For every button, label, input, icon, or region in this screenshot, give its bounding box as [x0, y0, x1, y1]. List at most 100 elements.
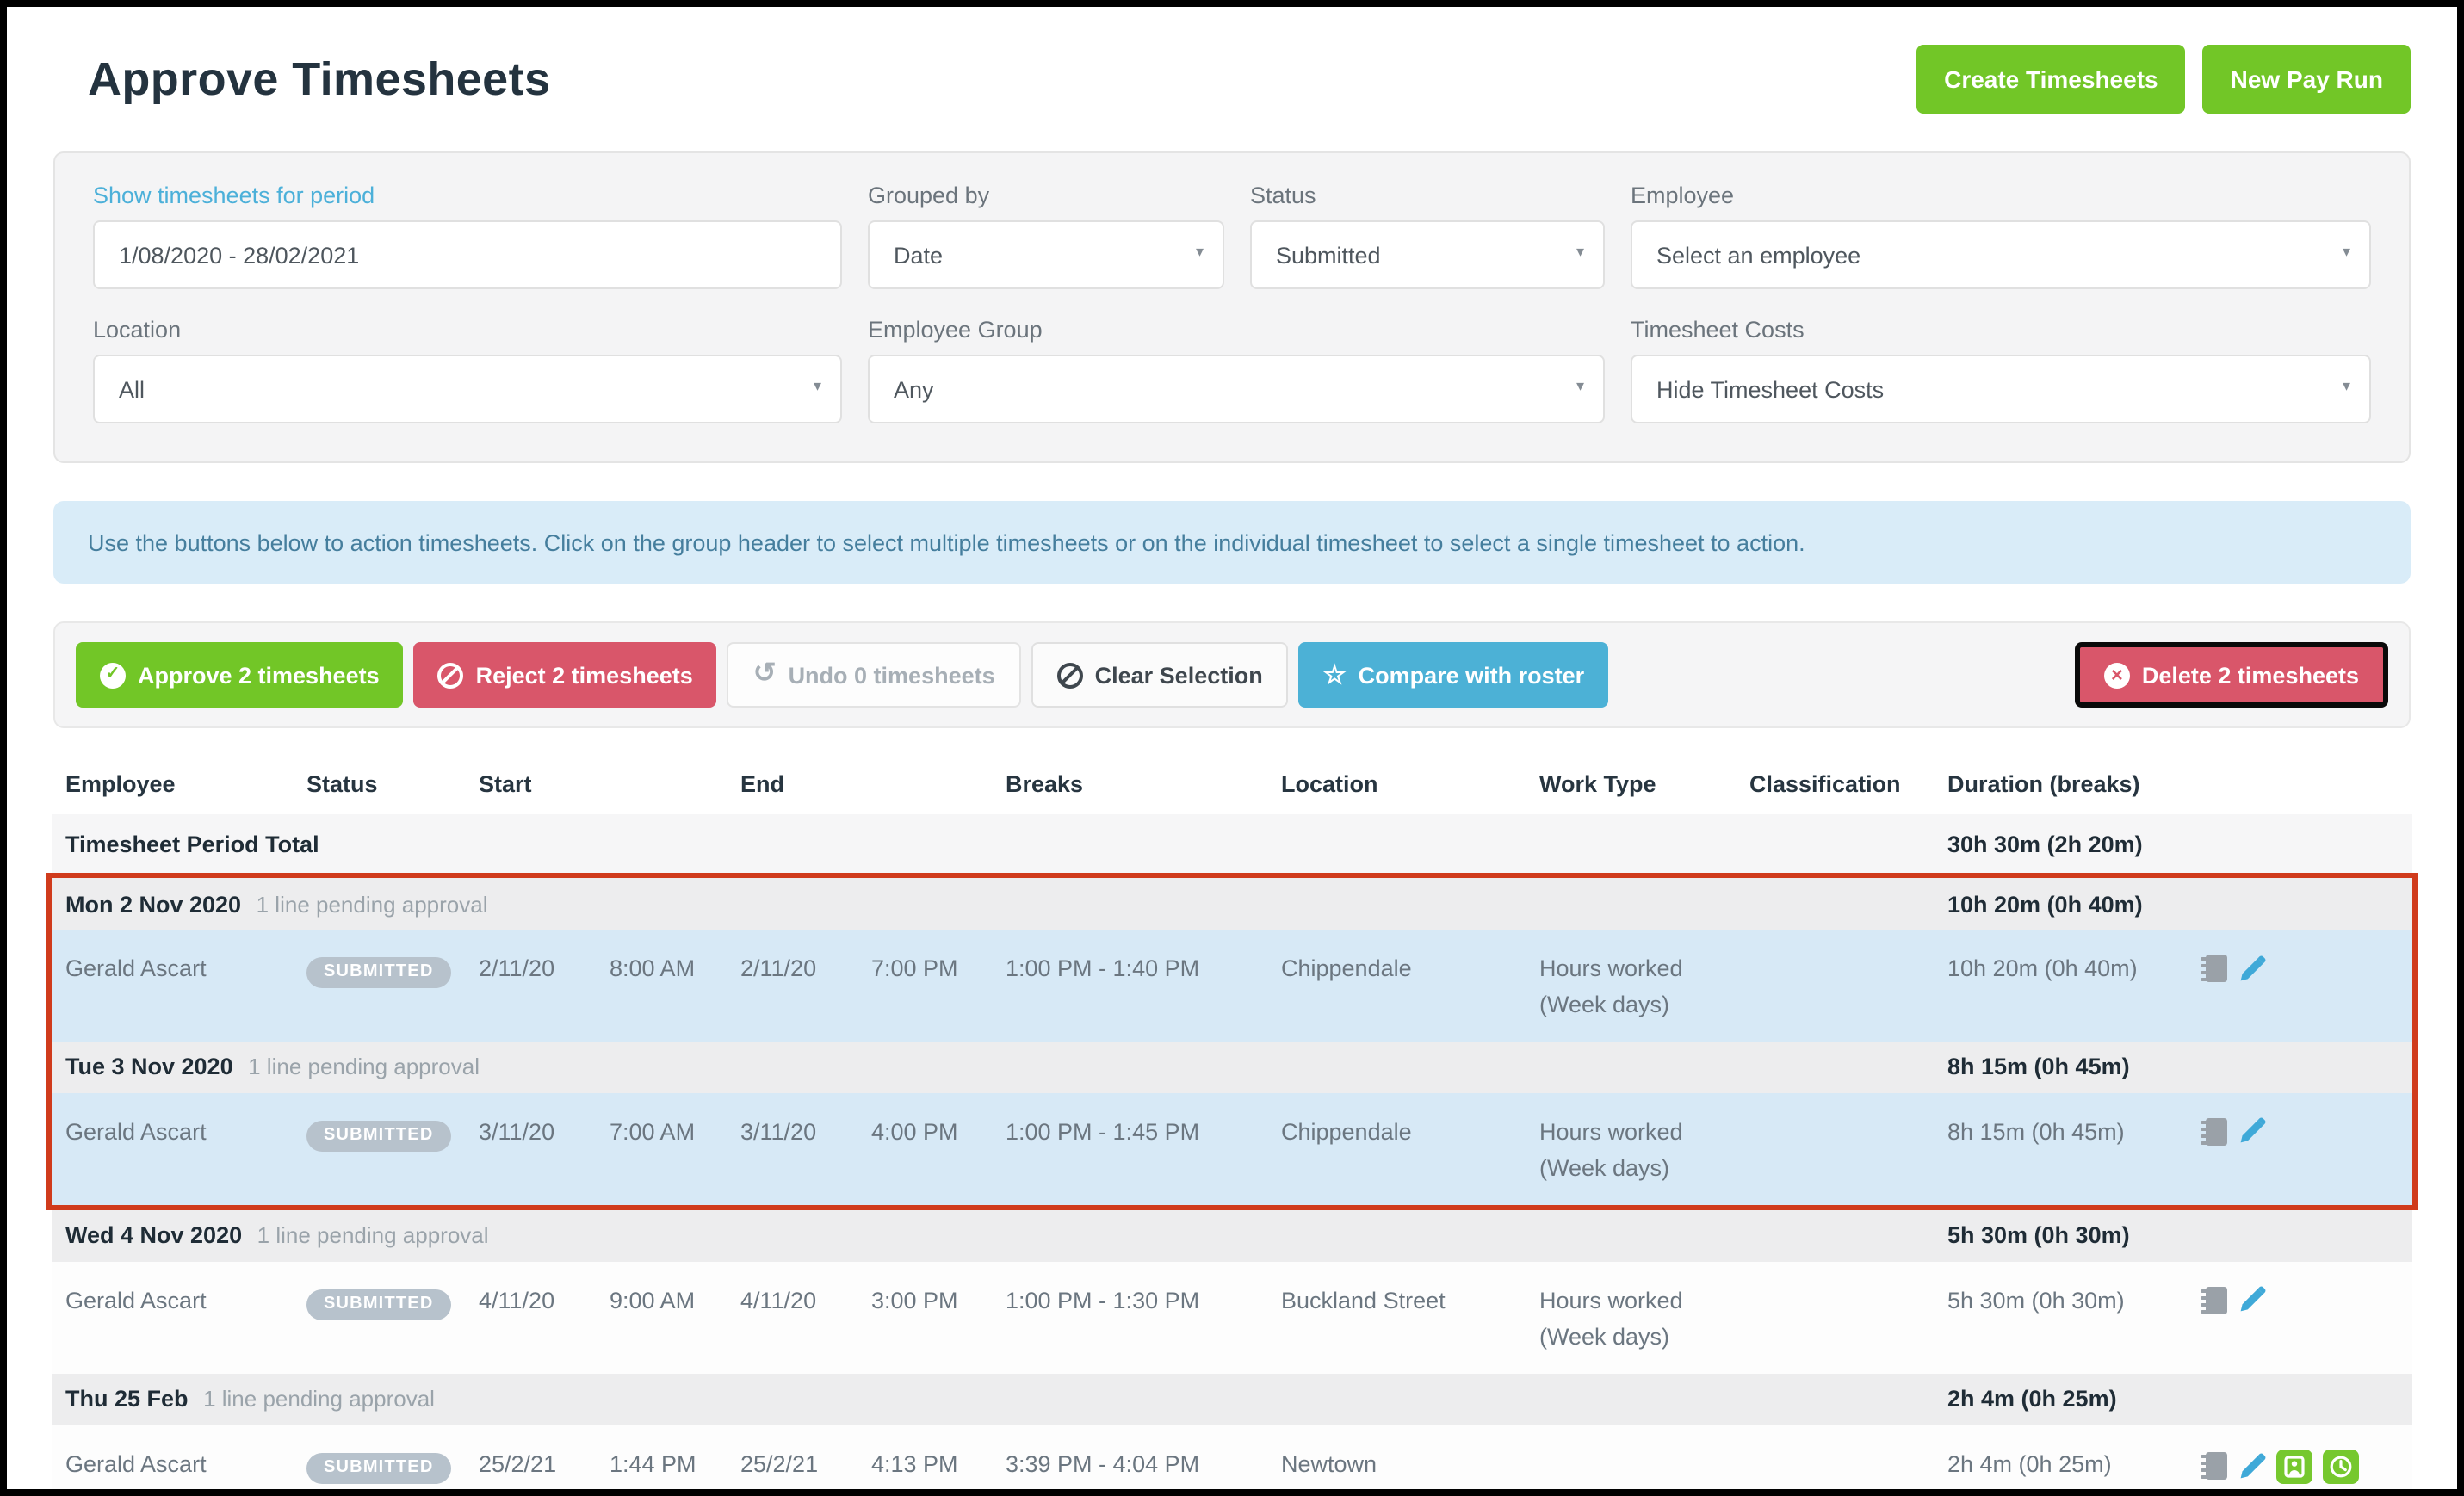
reject-label: Reject 2 timesheets — [476, 662, 693, 688]
info-banner-text: Use the buttons below to action timeshee… — [88, 529, 1805, 555]
timesheet-costs-value: Hide Timesheet Costs — [1656, 376, 1884, 402]
group-note: 1 line pending approval — [203, 1386, 435, 1412]
col-end: End — [740, 770, 871, 796]
notes-icon[interactable] — [2201, 1451, 2228, 1481]
page-header: Approve Timesheets Create Timesheets New… — [7, 7, 2457, 114]
cell-location: Chippendale — [1281, 1116, 1539, 1152]
status-badge: SUBMITTED — [306, 957, 450, 988]
cell-employee: Gerald Ascart — [65, 1116, 306, 1152]
cell-start-date: 3/11/20 — [479, 1116, 610, 1152]
filter-period: Show timesheets for period 1/08/2020 - 2… — [93, 182, 842, 289]
row-actions — [2201, 954, 2412, 983]
col-location: Location — [1281, 770, 1539, 796]
cell-employee: Gerald Ascart — [65, 952, 306, 988]
chevron-down-icon: ▾ — [2343, 244, 2350, 260]
cell-end-time: 7:00 PM — [871, 952, 1006, 988]
group-date: Thu 25 Feb — [65, 1386, 189, 1412]
edit-pencil-icon[interactable] — [2238, 955, 2266, 982]
employee-label: Employee — [1631, 182, 2371, 208]
timesheet-costs-select[interactable]: Hide Timesheet Costs ▾ — [1631, 355, 2371, 423]
group-header[interactable]: Wed 4 Nov 2020 1 line pending approval 5… — [52, 1209, 2412, 1261]
timesheet-row[interactable]: Gerald Ascart SUBMITTED 25/2/21 1:44 PM … — [52, 1425, 2412, 1496]
delete-label: Delete 2 timesheets — [2142, 662, 2359, 688]
filter-timesheet-costs: Timesheet Costs Hide Timesheet Costs ▾ — [1631, 317, 2371, 423]
cell-start-time: 1:44 PM — [610, 1447, 740, 1483]
clear-selection-button[interactable]: Clear Selection — [1031, 642, 1289, 708]
chevron-down-icon: ▾ — [1576, 244, 1584, 260]
group-duration: 10h 20m (0h 40m) — [1947, 891, 2201, 917]
group-date: Mon 2 Nov 2020 — [65, 891, 241, 917]
col-start: Start — [479, 770, 610, 796]
create-timesheets-button[interactable]: Create Timesheets — [1916, 45, 2186, 114]
notes-icon[interactable] — [2201, 1117, 2228, 1147]
compare-with-roster-button[interactable]: ☆ Compare with roster — [1299, 642, 1608, 708]
period-input[interactable]: 1/08/2020 - 28/02/2021 — [93, 220, 842, 289]
group-header[interactable]: Mon 2 Nov 2020 1 line pending approval 1… — [52, 878, 2412, 930]
row-actions — [2201, 1449, 2412, 1483]
cell-end-time: 4:13 PM — [871, 1447, 1006, 1483]
delete-timesheets-button[interactable]: × Delete 2 timesheets — [2075, 642, 2388, 708]
group-header[interactable]: Tue 3 Nov 2020 1 line pending approval 8… — [52, 1042, 2412, 1093]
edit-pencil-icon[interactable] — [2238, 1118, 2266, 1146]
location-select[interactable]: All ▾ — [93, 355, 842, 423]
filter-employee: Employee Select an employee ▾ — [1631, 182, 2371, 289]
chevron-down-icon: ▾ — [2343, 379, 2350, 394]
edit-pencil-icon[interactable] — [2238, 1286, 2266, 1314]
cell-duration: 10h 20m (0h 40m) — [1947, 952, 2201, 988]
period-total-label: Timesheet Period Total — [65, 831, 1539, 856]
filter-status: Status Submitted ▾ — [1250, 182, 1605, 289]
location-value: All — [119, 376, 145, 402]
chevron-down-icon: ▾ — [1576, 379, 1584, 394]
notes-icon[interactable] — [2201, 954, 2228, 983]
cell-duration: 2h 4m (0h 25m) — [1947, 1447, 2201, 1483]
cell-breaks: 1:00 PM - 1:30 PM — [1006, 1283, 1281, 1320]
star-icon: ☆ — [1323, 662, 1347, 688]
clock-icon[interactable] — [2323, 1449, 2359, 1483]
cell-start-date: 25/2/21 — [479, 1447, 610, 1483]
new-pay-run-button[interactable]: New Pay Run — [2203, 45, 2411, 114]
timesheet-row[interactable]: Gerald Ascart SUBMITTED 4/11/20 9:00 AM … — [52, 1261, 2412, 1373]
cell-end-time: 3:00 PM — [871, 1283, 1006, 1320]
check-circle-icon: ✓ — [100, 662, 126, 688]
cell-end-date: 2/11/20 — [740, 952, 871, 988]
filter-panel: Show timesheets for period 1/08/2020 - 2… — [53, 151, 2411, 463]
approve-timesheets-button[interactable]: ✓ Approve 2 timesheets — [76, 642, 404, 708]
group-note: 1 line pending approval — [257, 1222, 489, 1248]
cell-breaks: 3:39 PM - 4:04 PM — [1006, 1447, 1281, 1483]
chevron-down-icon: ▾ — [1196, 244, 1204, 260]
cell-work-type: Hours worked (Week days) — [1539, 1116, 1749, 1188]
cell-end-date: 3/11/20 — [740, 1116, 871, 1152]
row-actions — [2201, 1285, 2412, 1314]
timesheet-row[interactable]: Gerald Ascart SUBMITTED 3/11/20 7:00 AM … — [52, 1093, 2412, 1205]
clock-in-photo-icon[interactable] — [2276, 1449, 2312, 1483]
employee-group-select[interactable]: Any ▾ — [868, 355, 1605, 423]
employee-select[interactable]: Select an employee ▾ — [1631, 220, 2371, 289]
edit-pencil-icon[interactable] — [2238, 1452, 2266, 1480]
page-title: Approve Timesheets — [88, 53, 550, 106]
timesheet-group: Thu 25 Feb 1 line pending approval 2h 4m… — [52, 1373, 2412, 1496]
new-pay-run-label: New Pay Run — [2231, 65, 2383, 93]
period-label[interactable]: Show timesheets for period — [93, 182, 842, 208]
cell-breaks: 1:00 PM - 1:40 PM — [1006, 952, 1281, 988]
cell-location: Newtown — [1281, 1447, 1539, 1483]
timesheet-row[interactable]: Gerald Ascart SUBMITTED 2/11/20 8:00 AM … — [52, 930, 2412, 1042]
employee-value: Select an employee — [1656, 242, 1860, 268]
cell-location: Chippendale — [1281, 952, 1539, 988]
cell-start-date: 2/11/20 — [479, 952, 610, 988]
employee-group-value: Any — [894, 376, 934, 402]
cell-start-time: 7:00 AM — [610, 1116, 740, 1152]
cell-breaks: 1:00 PM - 1:45 PM — [1006, 1116, 1281, 1152]
status-value: Submitted — [1276, 242, 1381, 268]
status-label: Status — [1250, 182, 1605, 208]
cell-employee: Gerald Ascart — [65, 1283, 306, 1320]
grouped-by-select[interactable]: Date ▾ — [868, 220, 1224, 289]
table-header-row: Employee Status Start End Breaks Locatio… — [52, 752, 2412, 814]
grouped-by-label: Grouped by — [868, 182, 1224, 208]
notes-icon[interactable] — [2201, 1285, 2228, 1314]
timesheet-group: Mon 2 Nov 2020 1 line pending approval 1… — [52, 878, 2412, 1042]
undo-timesheets-button[interactable]: ↺ Undo 0 timesheets — [727, 642, 1021, 708]
grouped-by-value: Date — [894, 242, 943, 268]
status-select[interactable]: Submitted ▾ — [1250, 220, 1605, 289]
group-header[interactable]: Thu 25 Feb 1 line pending approval 2h 4m… — [52, 1373, 2412, 1425]
reject-timesheets-button[interactable]: Reject 2 timesheets — [414, 642, 717, 708]
